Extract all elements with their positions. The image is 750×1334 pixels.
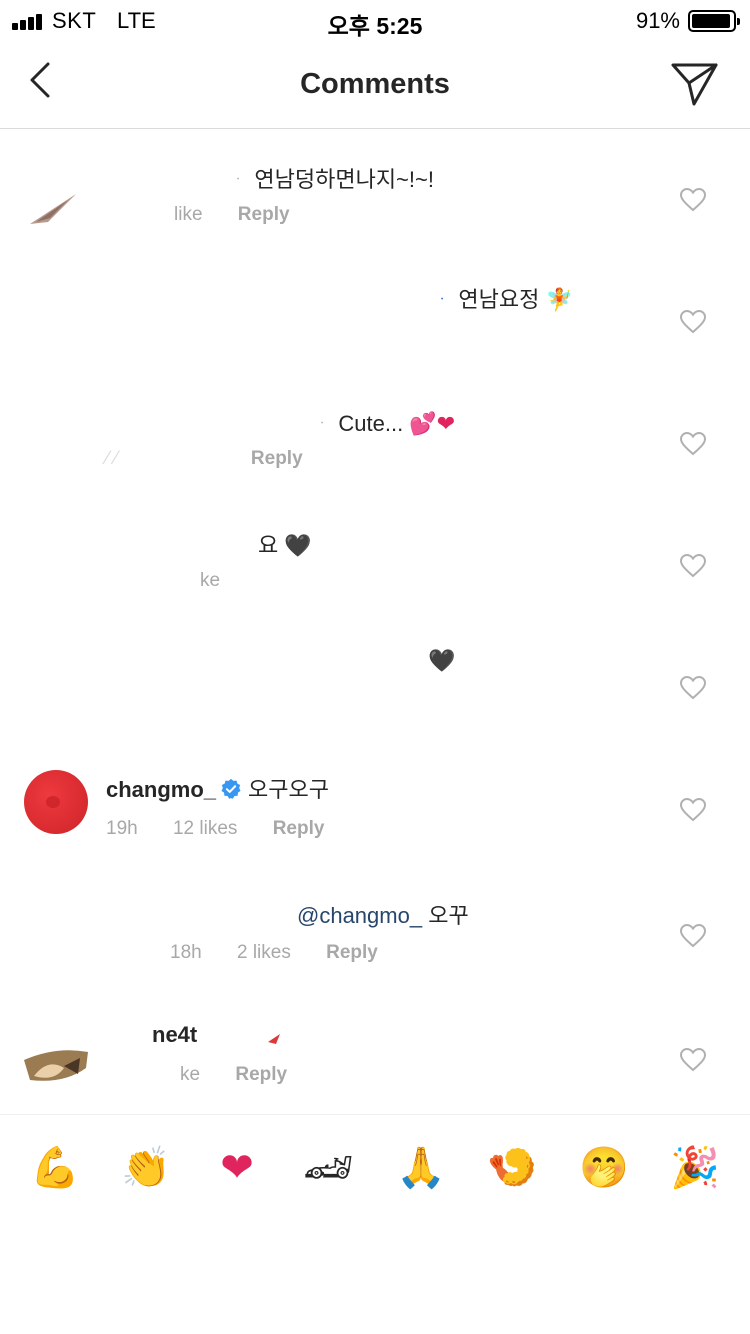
like-button[interactable] — [679, 309, 707, 334]
avatar[interactable] — [24, 770, 88, 834]
heart-icon — [679, 309, 707, 334]
paper-plane-icon — [671, 63, 718, 106]
likes-count[interactable]: ke — [200, 570, 220, 591]
comment-meta: ke Reply — [180, 1064, 317, 1086]
comment-text: changmo_ 오구오구 — [106, 777, 329, 802]
heart-icon — [679, 923, 707, 948]
comment-item: @changmo_ 오꾸 18h 2 likes Reply — [0, 874, 750, 996]
comment-text: 🖤 — [428, 648, 455, 674]
heart-icon — [679, 797, 707, 822]
likes-count[interactable]: like — [174, 204, 203, 225]
reply-button[interactable]: Reply — [326, 942, 378, 963]
like-button[interactable] — [679, 1047, 707, 1072]
like-button[interactable] — [679, 187, 707, 212]
verified-badge-icon — [221, 778, 241, 799]
comment-meta: like Reply — [174, 204, 320, 226]
avatar[interactable] — [24, 1048, 88, 1084]
status-bar: SKT LTE 오후 5:25 91% — [0, 0, 750, 40]
comment-meta: ke — [200, 570, 250, 592]
nav-bar: Comments — [0, 40, 750, 129]
likes-count[interactable]: 2 likes — [237, 942, 291, 963]
comment-list[interactable]: ᆞ 연남덩하면나지~!~! like Reply ᆞ 연남요정 🧚 ᆞ Cute… — [0, 130, 750, 1115]
like-button[interactable] — [679, 923, 707, 948]
emoji-button-face-with-hand[interactable]: 🤭 — [579, 1143, 629, 1193]
like-button[interactable] — [679, 553, 707, 578]
comment-text: ᆞ 연남덩하면나지~!~! — [228, 167, 434, 192]
heart-icon — [679, 1047, 707, 1072]
comment-text: ᆞ 연남요정 🧚 — [432, 287, 573, 313]
comment-item: ᆞ Cute... 💕❤ ⁄ ⁄ Reply — [0, 382, 750, 504]
likes-count[interactable]: 12 likes — [173, 818, 237, 839]
page-title: Comments — [300, 68, 450, 100]
reply-button[interactable]: Reply — [273, 818, 325, 839]
comment-username[interactable]: changmo_ — [106, 777, 216, 802]
battery-icon — [688, 10, 740, 32]
comment-time: 19h — [106, 818, 138, 839]
heart-icon — [679, 431, 707, 456]
comment-item: ᆞ 연남요정 🧚 — [0, 260, 750, 382]
emoji-button-red-heart[interactable]: ❤ — [212, 1143, 262, 1193]
black-heart-emoji: 🖤 — [428, 649, 456, 674]
comment-item: ᆞ 연남덩하면나지~!~! like Reply — [0, 138, 750, 260]
heart-icon — [679, 675, 707, 700]
emoji-button-clapping-hands[interactable]: 👏 — [121, 1143, 171, 1193]
comment-text: @changmo_ 오꾸 — [297, 903, 469, 928]
like-button[interactable] — [679, 675, 707, 700]
comment-meta: 19h 12 likes Reply — [106, 818, 354, 840]
like-button[interactable] — [679, 431, 707, 456]
black-heart-emoji: 🖤 — [284, 534, 312, 559]
like-button[interactable] — [679, 797, 707, 822]
heart-icon — [679, 553, 707, 578]
battery-percent: 91% — [635, 8, 680, 33]
comment-text: ᆞ Cute... 💕❤ — [312, 411, 456, 437]
emoji-button-folded-hands[interactable]: 🙏 — [396, 1143, 446, 1193]
emoji-button-flexed-biceps[interactable]: 💪 — [30, 1143, 80, 1193]
heart-icon — [679, 187, 707, 212]
hearts-emoji: 💕❤ — [409, 412, 456, 437]
emoji-button-racing-car[interactable]: 🏎 — [303, 1143, 354, 1193]
reply-button[interactable]: Reply — [251, 448, 303, 469]
comment-meta: ⁄ ⁄ Reply — [106, 448, 303, 469]
comment-item: 🖤 — [0, 626, 750, 748]
comment-item: 요 🖤 ke — [0, 504, 750, 626]
comment-item: changmo_ 오구오구 19h 12 likes Reply — [0, 748, 750, 870]
emoji-bar: 💪 👏 ❤ 🏎 🙏 🍤 🤭 🎉 — [0, 1114, 750, 1220]
fairy-emoji: 🧚 — [545, 288, 573, 313]
comment-username[interactable]: ne4t — [152, 1022, 197, 1047]
mention-link[interactable]: @changmo_ — [297, 903, 422, 928]
comment-meta: 18h 2 likes Reply — [170, 942, 408, 964]
share-button[interactable] — [670, 60, 720, 108]
reply-button[interactable]: Reply — [238, 204, 290, 225]
likes-count[interactable]: ke — [180, 1064, 200, 1085]
comment-time: 18h — [170, 942, 202, 963]
comment-text: ne4t — [152, 1022, 280, 1048]
comment-item: ne4t ke Reply — [0, 998, 750, 1115]
emoji-button-party-popper[interactable]: 🎉 — [670, 1143, 720, 1193]
avatar[interactable] — [28, 188, 80, 228]
emoji-button-fried-shrimp[interactable]: 🍤 — [487, 1143, 537, 1193]
red-mark-icon — [268, 1034, 280, 1044]
reply-button[interactable]: Reply — [235, 1064, 287, 1085]
comment-text: 요 🖤 — [258, 533, 312, 559]
